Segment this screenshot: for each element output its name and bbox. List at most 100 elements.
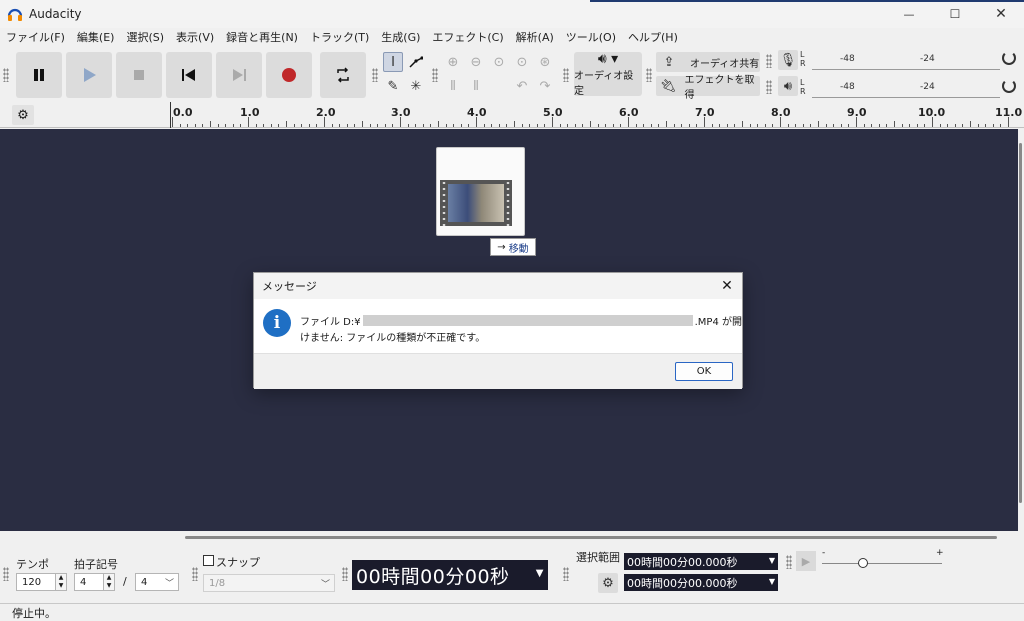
record-button[interactable] <box>266 52 312 98</box>
ruler-tick <box>468 124 470 127</box>
menu-view[interactable]: 表示(V) <box>176 29 214 45</box>
playback-speed-thumb[interactable] <box>858 558 868 568</box>
selection-start-display[interactable]: 00時間00分00.000秒 ▼ <box>624 553 778 570</box>
share-grip[interactable] <box>646 68 652 82</box>
menu-edit[interactable]: 編集(E) <box>77 29 115 45</box>
time-display[interactable]: 00時間00分00秒 ▼ <box>352 560 548 590</box>
menu-tracks[interactable]: トラック(T) <box>310 29 369 45</box>
minimize-button[interactable]: — <box>886 0 932 28</box>
vertical-scrollbar[interactable] <box>1018 129 1024 531</box>
time-grip[interactable] <box>342 567 348 581</box>
playback-speed-slider[interactable] <box>822 558 942 568</box>
draw-tool-button[interactable]: ✎ <box>383 76 403 96</box>
timeline-ruler[interactable]: ⚙ 0.0 1.0 2.0 3.0 4.0 5.0 6.0 7.0 8.0 9.… <box>0 102 1024 128</box>
ruler-tick <box>544 124 546 127</box>
tempo-input[interactable]: 120 ▲ ▼ <box>16 573 67 591</box>
edit-grip[interactable] <box>432 68 438 82</box>
audio-setup-button[interactable]: 🔊︎ ▾ オーディオ設定 <box>574 51 642 97</box>
record-volume-knob[interactable] <box>1002 51 1016 65</box>
ruler-tick <box>362 121 363 127</box>
dialog-close-button[interactable]: ✕ <box>712 273 742 299</box>
time-signature-grip[interactable] <box>3 567 9 581</box>
horizontal-scroll-thumb[interactable] <box>185 536 997 539</box>
menu-tools[interactable]: ツール(O) <box>566 29 616 45</box>
fit-project-button[interactable]: ⊙ <box>512 52 532 72</box>
timeline-settings-button[interactable]: ⚙ <box>12 105 34 125</box>
selection-tool-button[interactable]: I <box>383 52 403 72</box>
playback-meter[interactable]: LR -48 -24 <box>800 76 1020 98</box>
silence-button[interactable]: ⫴ <box>466 76 486 96</box>
fit-selection-button[interactable]: ⊙ <box>489 52 509 72</box>
skip-start-button[interactable] <box>166 52 212 98</box>
record-meter-button[interactable]: 🎙︎ <box>778 50 798 70</box>
menu-analyze[interactable]: 解析(A) <box>516 29 554 45</box>
multi-tool-button[interactable]: ✳ <box>406 76 426 96</box>
time-signature-upper-input[interactable]: 4 ▲ ▼ <box>74 573 115 591</box>
vertical-scroll-thumb[interactable] <box>1019 143 1022 503</box>
minimize-icon: — <box>903 7 915 21</box>
share-audio-button[interactable]: ⇪ オーディオ共有 <box>656 52 760 72</box>
trim-button[interactable]: ⫴ <box>443 76 463 96</box>
menu-generate[interactable]: 生成(G) <box>381 29 420 45</box>
meter-tick-48: -48 <box>840 54 855 64</box>
undo-button[interactable]: ↶ <box>512 76 532 96</box>
audio-setup-grip[interactable] <box>563 68 569 82</box>
menu-help[interactable]: ヘルプ(H) <box>628 29 678 45</box>
menu-file[interactable]: ファイル(F) <box>6 29 65 45</box>
meter-tick-24: -24 <box>920 54 935 64</box>
audacity-logo-icon <box>7 6 23 22</box>
tempo-spin-arrows[interactable]: ▲ ▼ <box>55 573 67 591</box>
ruler-tick <box>453 124 455 127</box>
get-effects-button[interactable]: 🔌︎ エフェクトを取得 <box>656 75 760 101</box>
record-meter[interactable]: LR -48 -24 <box>800 48 1020 70</box>
pause-button[interactable] <box>16 52 62 98</box>
menu-effect[interactable]: エフェクト(C) <box>432 29 503 45</box>
play-meter-grip[interactable] <box>766 80 772 94</box>
ruler-tick <box>977 124 979 127</box>
ruler-tick <box>483 124 485 127</box>
snap-grip[interactable] <box>192 567 198 581</box>
ruler-tick <box>552 117 553 127</box>
play-at-speed-grip[interactable] <box>786 555 792 569</box>
ok-button[interactable]: OK <box>675 362 733 381</box>
snap-select[interactable]: 1/8 ﹀ <box>203 574 335 592</box>
selection-end-display[interactable]: 00時間00分00.000秒 ▼ <box>624 574 778 591</box>
loop-icon <box>337 67 349 83</box>
envelope-tool-button[interactable] <box>406 52 426 72</box>
ruler-tick <box>339 124 341 127</box>
stop-button[interactable] <box>116 52 162 98</box>
arrow-right-icon: → <box>497 241 506 253</box>
playback-meter-button[interactable]: 🔊︎ <box>778 76 798 96</box>
zoom-in-button[interactable]: ⊕ <box>443 52 463 72</box>
loop-button[interactable] <box>320 52 366 98</box>
menu-select[interactable]: 選択(S) <box>126 29 164 45</box>
toolbar-grip[interactable] <box>3 68 9 82</box>
maximize-button[interactable]: ☐ <box>932 0 978 28</box>
ruler-tick <box>536 124 538 127</box>
play-button[interactable] <box>66 52 112 98</box>
selection-grip[interactable] <box>563 567 569 581</box>
playback-volume-knob[interactable] <box>1002 79 1016 93</box>
ruler-tick <box>369 124 371 127</box>
selection-settings-button[interactable]: ⚙ <box>598 573 618 593</box>
ruler-tick <box>886 124 888 127</box>
zoom-out-button[interactable]: ⊖ <box>466 52 486 72</box>
ruler-tick <box>392 124 394 127</box>
ruler-tick <box>400 117 401 127</box>
menu-transport[interactable]: 録音と再生(N) <box>226 29 298 45</box>
snap-checkbox[interactable] <box>203 555 214 566</box>
play-at-speed-button[interactable]: ▶ <box>796 551 816 571</box>
redo-button[interactable]: ↷ <box>535 76 555 96</box>
zoom-toggle-button[interactable]: ⊛ <box>535 52 555 72</box>
tools-grip[interactable] <box>372 68 378 82</box>
close-window-button[interactable]: ✕ <box>978 0 1024 28</box>
time-signature-spin-arrows[interactable]: ▲ ▼ <box>103 573 115 591</box>
ruler-tick <box>407 124 409 127</box>
time-signature-lower-select[interactable]: 4 ﹀ <box>135 573 179 591</box>
ruler-tick <box>597 124 599 127</box>
redo-icon: ↷ <box>539 78 551 94</box>
record-meter-grip[interactable] <box>766 54 772 68</box>
ruler-tick <box>270 124 272 127</box>
skip-end-button[interactable] <box>216 52 262 98</box>
horizontal-scrollbar[interactable] <box>0 531 1024 541</box>
